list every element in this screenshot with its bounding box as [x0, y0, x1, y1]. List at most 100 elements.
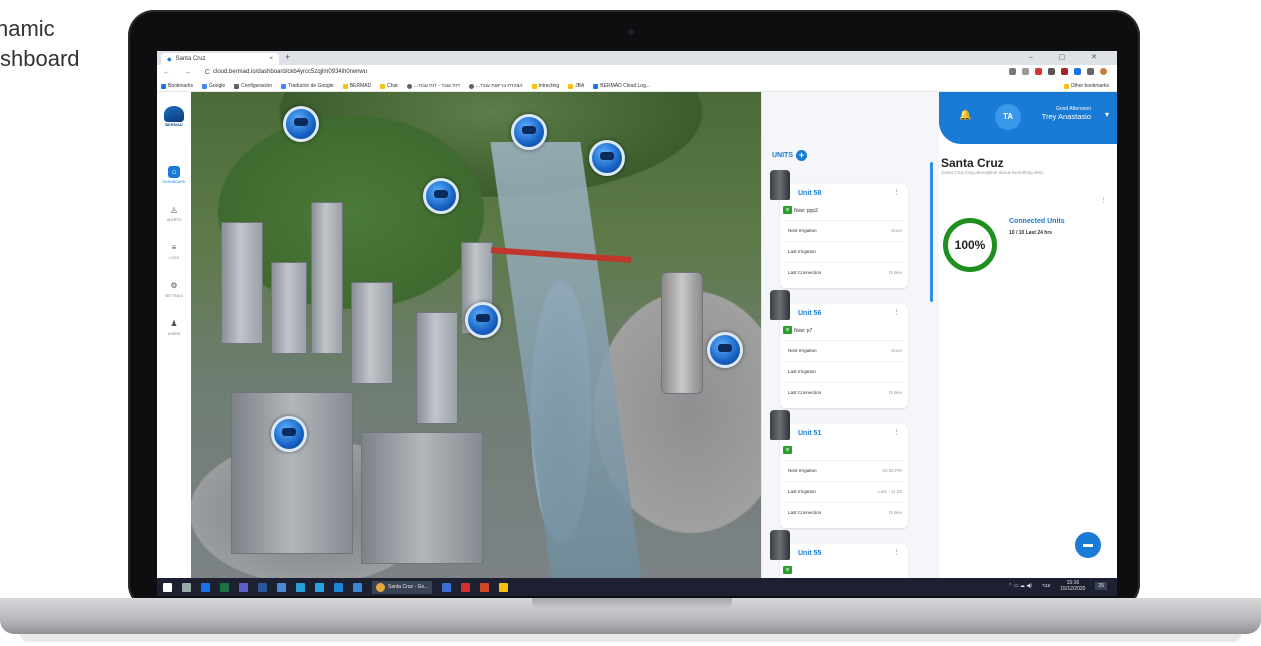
app-icon[interactable] [277, 582, 286, 592]
unit-map-pin[interactable] [511, 114, 547, 150]
pdf-icon[interactable] [461, 582, 471, 592]
close-tab-icon[interactable]: × [269, 56, 273, 62]
city-map-view[interactable] [191, 92, 761, 578]
connected-units-gauge: 100% [943, 218, 997, 272]
bookmark-item[interactable]: Traductor de Google [281, 83, 334, 89]
sidebar-item-settings[interactable]: ⚙ SETTINGS [157, 280, 191, 298]
powerpoint-icon[interactable] [480, 582, 490, 592]
controller-device-image [770, 290, 790, 320]
chrome-icon [376, 582, 385, 592]
app-icon[interactable] [334, 582, 343, 592]
unit-card[interactable]: Unit 58 ⋮ ≋ Now: ppp2 Next Irrigation Soo… [770, 170, 908, 288]
bookmark-item[interactable]: ...דוח עובד - דוח עבוד [406, 83, 460, 89]
tab-santa-cruz[interactable]: ◆ Santa Cruz × [161, 53, 279, 65]
clock[interactable]: 15:16 15/12/2020 [1060, 580, 1085, 592]
row-value: Soon [891, 228, 902, 233]
extension-red-icon[interactable] [1035, 68, 1042, 75]
site-panel: 🔔 TA Good Afternoon Trey Anastasio ▾ San… [939, 92, 1117, 578]
row-value: Online [888, 390, 902, 395]
windows-start-icon[interactable] [163, 582, 172, 592]
unit-title: Unit 55 [798, 550, 822, 557]
app-icon[interactable] [296, 582, 305, 592]
bookmark-item[interactable]: JBA [568, 83, 584, 89]
location-icon[interactable] [1009, 68, 1016, 75]
extension-gray-icon[interactable] [1048, 68, 1055, 75]
avatar[interactable]: TA [995, 104, 1021, 130]
row-label: Last Irrigation [788, 369, 816, 374]
unit-row: Last Irrigation [784, 241, 906, 262]
word-icon[interactable] [258, 582, 267, 592]
url-field[interactable]: cloud.bermad.io/dashboard/ckb4yrcc5zqjlm… [213, 69, 367, 75]
unit-card[interactable]: Unit 56 ⋮ ≋ Now: p7 Next Irrigation Soon … [770, 290, 908, 408]
file-explorer-icon[interactable] [499, 582, 509, 592]
unit-card[interactable]: Unit 51 ⋮ ≋ Next Irrigation 03:35 PM Last… [770, 410, 908, 528]
folder-icon [568, 83, 574, 89]
more-options-icon[interactable]: ⋮ [893, 548, 900, 556]
more-options-icon[interactable]: ⋮ [893, 428, 900, 436]
sidebar-item-logs[interactable]: ≡ LOGS [157, 242, 191, 260]
row-label: Last Irrigation [788, 249, 816, 254]
puzzle-icon[interactable] [1087, 68, 1094, 75]
tray-icons[interactable]: ⌃ ▭ ☁ ◀) [1008, 583, 1032, 589]
new-tab-button[interactable]: + [285, 52, 290, 62]
language-indicator[interactable]: עבר [1042, 583, 1051, 589]
more-options-icon[interactable]: ⋮ [893, 308, 900, 316]
extension-blue-icon[interactable] [1074, 68, 1081, 75]
unit-map-pin[interactable] [423, 178, 459, 214]
bookmark-item[interactable]: ...הצהרת בריאות עובד [468, 83, 523, 89]
webcam [628, 29, 634, 35]
task-view-icon[interactable] [182, 582, 191, 592]
star-icon[interactable] [1022, 68, 1029, 75]
units-scrollbar[interactable] [930, 162, 933, 302]
laptop-notch [532, 598, 732, 610]
add-unit-button[interactable]: + [796, 150, 807, 161]
bookmark-item[interactable]: Intrecting [531, 83, 559, 89]
window-controls[interactable]: – ▢ ✕ [1029, 53, 1109, 61]
site-title: Santa Cruz [941, 156, 1004, 170]
unit-row: Next Irrigation Soon [784, 340, 906, 361]
sidebar-item-label: LOGS [169, 256, 179, 260]
site-description: Santa Cruz long description about someth… [941, 170, 1044, 175]
bookmark-item[interactable]: BERMAD [342, 83, 371, 89]
bookmarks-bar: Bookmarks Google Configuración Traductor… [157, 81, 1117, 92]
extension-dark-icon[interactable] [1061, 68, 1068, 75]
chevron-down-icon[interactable]: ▾ [1105, 110, 1109, 119]
profile-icon[interactable] [1100, 68, 1107, 75]
row-label: Last Irrigation [788, 489, 816, 494]
bookmark-item[interactable]: Chat [380, 83, 398, 89]
chat-button[interactable]: ▬ [1075, 532, 1101, 558]
unit-map-pin[interactable] [465, 302, 501, 338]
sidebar-item-label: SETTINGS [165, 294, 183, 298]
more-options-icon[interactable]: ⋮ [893, 188, 900, 196]
bookmark-item[interactable]: Bookmarks [161, 83, 193, 89]
more-options-icon[interactable]: ⋮ [1100, 196, 1107, 204]
outlook-icon[interactable] [201, 582, 210, 592]
folder-icon [531, 83, 537, 89]
app-icon[interactable] [442, 582, 452, 592]
unit-map-pin[interactable] [271, 416, 307, 452]
taskbar-chrome-window[interactable]: Santa Cruz - Go... [372, 580, 433, 594]
page-caption: namic shboard [0, 14, 80, 74]
sidebar-item-alerts[interactable]: ◬ ALERTS [157, 204, 191, 222]
caption-line-1: namic [0, 16, 55, 41]
notification-center-icon[interactable]: 25 [1095, 582, 1107, 590]
taskbar-icons: Santa Cruz - Go... [163, 580, 509, 594]
bookmark-item[interactable]: Configuración [234, 83, 272, 89]
sidebar-item-dashboard[interactable]: ⌂ DASHBOARD [157, 166, 191, 184]
sidebar-item-users[interactable]: ♟ USERS [157, 318, 191, 336]
teams-icon[interactable] [239, 582, 248, 592]
user-greeting: Good Afternoon Trey Anastasio [1042, 106, 1091, 121]
notifications-bell-icon[interactable]: 🔔 [959, 110, 971, 121]
wifi-icon: ≋ [783, 206, 792, 214]
nav-buttons[interactable]: ← → C [163, 69, 216, 76]
bookmark-item[interactable]: Google [202, 83, 225, 89]
excel-icon[interactable] [220, 582, 229, 592]
other-bookmarks[interactable]: Other bookmarks [1063, 83, 1109, 89]
unit-map-pin[interactable] [589, 140, 625, 176]
row-label: Last Connection [788, 390, 822, 395]
app-icon[interactable] [353, 582, 362, 592]
unit-map-pin[interactable] [283, 106, 319, 142]
unit-map-pin[interactable] [707, 332, 743, 368]
bookmark-item[interactable]: BERMAD Cloud Log... [593, 83, 650, 89]
app-icon[interactable] [315, 582, 324, 592]
